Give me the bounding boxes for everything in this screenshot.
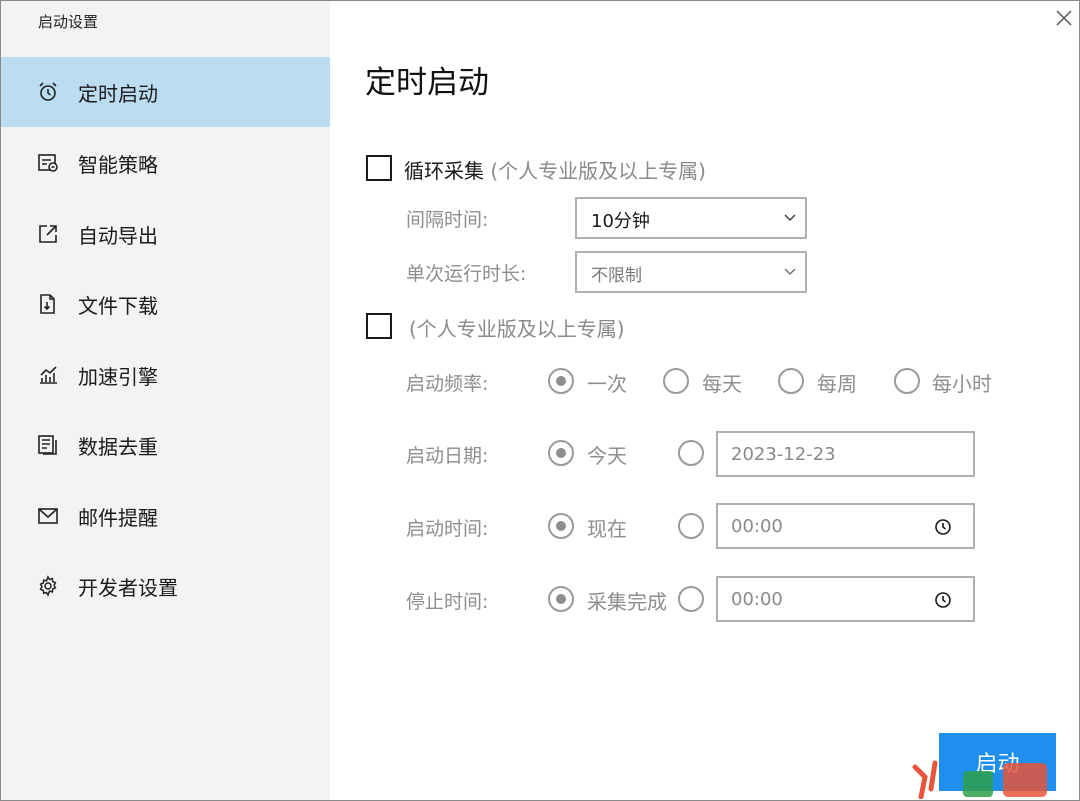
interval-label: 间隔时间: — [406, 209, 489, 231]
interval-value: 10分钟 — [591, 211, 650, 232]
frequency-daily-label: 每天 — [702, 372, 742, 396]
stop-time-custom-radio[interactable] — [678, 586, 704, 612]
sidebar-item-label: 定时启动 — [78, 81, 158, 106]
loop-collect-label: 循环采集 (个人专业版及以上专属) — [404, 155, 706, 184]
frequency-hourly-radio[interactable] — [894, 368, 920, 394]
start-time-value: 00:00 — [731, 516, 783, 537]
clock-icon[interactable] — [934, 518, 952, 536]
start-date-value: 2023-12-23 — [731, 444, 836, 465]
sidebar-item-label: 邮件提醒 — [78, 505, 158, 530]
frequency-weekly-radio[interactable] — [778, 368, 804, 394]
page-title: 定时启动 — [365, 65, 489, 101]
sidebar-item-timed-start[interactable]: 定时启动 — [1, 57, 330, 127]
sidebar-item-auto-export[interactable]: 自动导出 — [1, 199, 330, 269]
start-time-custom-radio[interactable] — [678, 513, 704, 539]
schedule-note: (个人专业版及以上专属) — [409, 317, 625, 341]
loop-collect-title: 循环采集 — [404, 159, 484, 183]
sidebar-item-label: 智能策略 — [78, 152, 158, 177]
sidebar-item-label: 开发者设置 — [78, 575, 178, 600]
frequency-hourly-label: 每小时 — [932, 372, 992, 396]
sidebar-item-speed-engine[interactable]: 加速引擎 — [1, 340, 330, 410]
duration-label: 单次运行时长: — [406, 263, 527, 285]
stop-time-done-radio[interactable] — [548, 586, 574, 612]
close-icon — [1056, 10, 1072, 26]
stop-time-input[interactable]: 00:00 — [716, 576, 975, 622]
start-date-today-radio[interactable] — [548, 440, 574, 466]
start-time-now-label: 现在 — [587, 517, 627, 541]
stop-time-value: 00:00 — [731, 589, 783, 610]
sidebar-item-developer[interactable]: 开发者设置 — [1, 551, 330, 621]
dedupe-icon — [37, 434, 59, 456]
start-date-label: 启动日期: — [406, 445, 489, 467]
settings-window: 启动设置 定时启动 智能策略 自动导出 文件下载 加速引擎 数据去重 邮件提醒 … — [0, 0, 1080, 801]
sidebar-item-dedupe[interactable]: 数据去重 — [1, 410, 330, 480]
start-time-now-radio[interactable] — [548, 513, 574, 539]
frequency-once-label: 一次 — [587, 372, 627, 396]
start-date-input[interactable]: 2023-12-23 — [716, 431, 975, 477]
sidebar-item-label: 文件下载 — [78, 293, 158, 318]
stop-time-done-label: 采集完成 — [587, 590, 667, 614]
sidebar-item-smart-strategy[interactable]: 智能策略 — [1, 128, 330, 198]
duration-value: 不限制 — [591, 266, 642, 286]
sidebar-item-label: 加速引擎 — [78, 364, 158, 389]
sidebar-item-file-download[interactable]: 文件下载 — [1, 269, 330, 339]
interval-select[interactable]: 10分钟 — [575, 197, 807, 239]
schedule-checkbox[interactable] — [366, 313, 392, 339]
chevron-down-icon — [783, 265, 797, 277]
file-download-icon — [37, 293, 59, 315]
sidebar-item-label: 自动导出 — [78, 223, 158, 248]
sidebar-item-label: 数据去重 — [78, 434, 158, 459]
start-time-input[interactable]: 00:00 — [716, 503, 975, 549]
stop-time-label: 停止时间: — [406, 591, 489, 613]
window-title: 启动设置 — [38, 13, 99, 31]
chart-up-icon — [37, 364, 59, 386]
mail-icon — [37, 505, 59, 527]
sidebar-item-mail-alert[interactable]: 邮件提醒 — [1, 481, 330, 551]
loop-collect-checkbox[interactable] — [366, 155, 392, 181]
frequency-weekly-label: 每周 — [817, 372, 857, 396]
start-date-custom-radio[interactable] — [678, 440, 704, 466]
loop-collect-note: (个人专业版及以上专属) — [490, 159, 706, 183]
close-button[interactable] — [1053, 7, 1075, 29]
watermark-logo — [911, 749, 1053, 799]
start-time-label: 启动时间: — [406, 518, 489, 540]
gear-icon — [37, 575, 59, 597]
duration-select[interactable]: 不限制 — [575, 251, 807, 293]
clock-icon[interactable] — [934, 591, 952, 609]
alarm-clock-icon — [37, 81, 59, 103]
strategy-icon — [37, 152, 59, 174]
frequency-once-radio[interactable] — [548, 368, 574, 394]
start-date-today-label: 今天 — [587, 444, 627, 468]
export-icon — [37, 223, 59, 245]
chevron-down-icon — [783, 211, 797, 223]
frequency-label: 启动频率: — [406, 373, 489, 395]
sidebar: 启动设置 定时启动 智能策略 自动导出 文件下载 加速引擎 数据去重 邮件提醒 … — [1, 1, 330, 800]
frequency-daily-radio[interactable] — [663, 368, 689, 394]
